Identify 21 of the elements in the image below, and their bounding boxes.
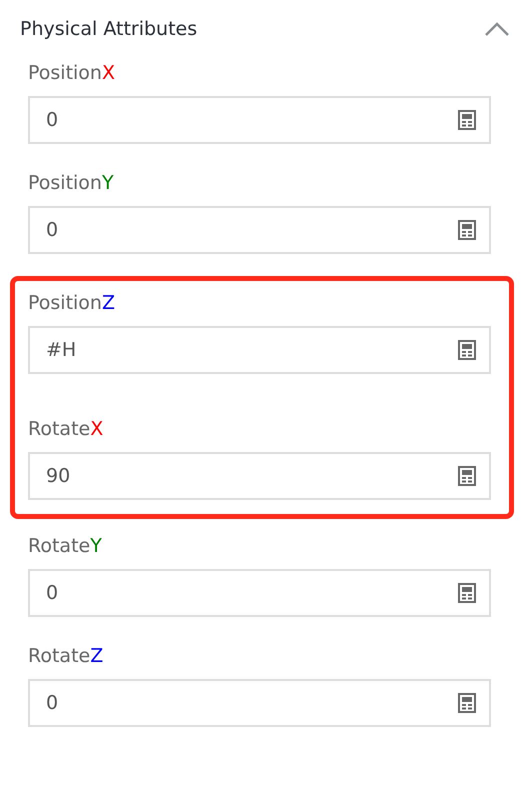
panel-title: Physical Attributes [20, 18, 198, 40]
calculator-icon[interactable] [457, 339, 477, 361]
field-label: PositionZ [28, 291, 116, 316]
field-label: PositionX [28, 61, 116, 86]
calculator-icon[interactable] [457, 692, 477, 714]
input-field[interactable]: 90 [28, 452, 491, 500]
field-label: PositionY [28, 171, 115, 196]
input-field[interactable]: 0 [28, 679, 491, 727]
field-label: RotateZ [28, 644, 104, 669]
chevron-icon [484, 21, 510, 37]
calculator-icon[interactable] [457, 109, 477, 131]
calculator-icon[interactable] [457, 582, 477, 604]
field-label: RotateX [28, 417, 104, 442]
field-label: RotateY [28, 534, 103, 559]
calculator-icon[interactable] [457, 219, 477, 241]
input-field[interactable]: 0 [28, 96, 491, 144]
input-field[interactable]: 0 [28, 206, 491, 254]
calculator-icon[interactable] [457, 465, 477, 487]
input-field[interactable]: 0 [28, 569, 491, 617]
input-field[interactable]: #H [28, 326, 491, 374]
collapse-button[interactable] [484, 21, 510, 37]
